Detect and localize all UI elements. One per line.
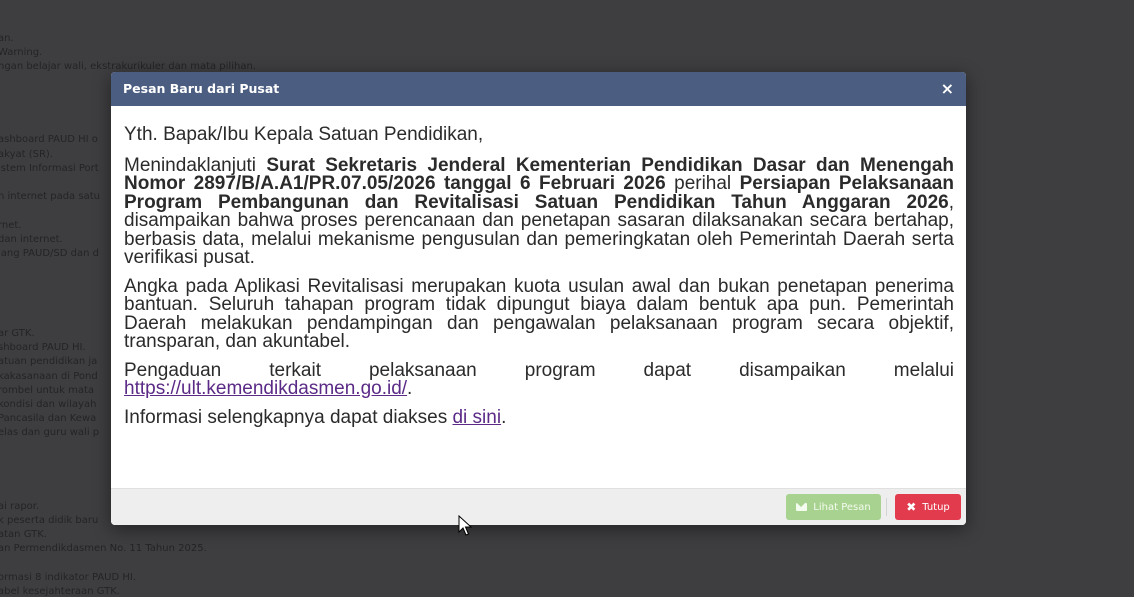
mouse-cursor-icon (458, 515, 472, 536)
view-message-button[interactable]: Lihat Pesan (786, 494, 881, 520)
paragraph-2: Angka pada Aplikasi Revitalisasi merupak… (124, 275, 954, 352)
bg-text-line: Warning. (0, 47, 43, 58)
bg-text-line: istem Informasi Port (0, 163, 99, 174)
bg-text-line: ashboard PAUD HI o (0, 134, 98, 145)
close-button[interactable]: ✖ Tutup (895, 494, 961, 520)
close-label: Tutup (922, 501, 950, 513)
modal-header: Pesan Baru dari Pusat × (111, 72, 966, 106)
paragraph-4: Informasi selengkapnya dapat diakses di … (124, 406, 954, 428)
view-message-label: Lihat Pesan (813, 501, 871, 513)
bg-text-line: ngan belajar wali, ekstrakurikuler dan m… (0, 61, 256, 72)
bg-text-line: k peserta didik baru (0, 515, 99, 526)
bg-text-line: kakasanaan di Pond (0, 371, 98, 382)
bg-text-line: shboard PAUD HI. (0, 342, 86, 353)
close-icon: ✖ (906, 500, 917, 514)
button-divider (886, 498, 887, 516)
bg-text-line: Pancasila dan Kewa (0, 413, 97, 424)
bg-text-line: abel kesejahteraan GTK. (0, 586, 120, 597)
complaint-link[interactable]: https://ult.kemendikdasmen.go.id/ (124, 378, 407, 399)
modal-footer: Lihat Pesan ✖ Tutup (111, 488, 966, 525)
bg-text-line: an Permendikdasmen No. 11 Tahun 2025. (0, 543, 207, 554)
paragraph-3: Pengaduan terkait pelaksanaan program da… (124, 361, 954, 399)
close-icon[interactable]: × (941, 79, 954, 98)
bg-text-line: ormasi 8 indikator PAUD HI. (0, 572, 137, 583)
greeting-text: Yth. Bapak/Ibu Kepala Satuan Pendidikan, (124, 124, 484, 145)
bg-text-line: rombel untuk mata (0, 385, 95, 396)
bg-text-line: elas dan guru wali p (0, 427, 100, 438)
bg-text-line: jang PAUD/SD dan d (0, 248, 99, 259)
bg-text-line: ai rapor. (0, 501, 40, 512)
more-info-link[interactable]: di sini (452, 407, 501, 428)
bg-text-line: n internet pada satu (0, 191, 100, 202)
bg-text-line: kondisi dan wilayah (0, 399, 97, 410)
p3-text-b: . (407, 378, 413, 399)
bg-text-line: atan GTK. (0, 529, 47, 540)
bg-text-line: akyat (SR). (0, 149, 53, 160)
envelope-icon (796, 503, 808, 511)
modal-body: Yth. Bapak/Ibu Kepala Satuan Pendidikan,… (124, 124, 954, 437)
bg-text-line: an. (0, 33, 14, 44)
bg-text-line: dan internet. (0, 234, 63, 245)
message-modal: Pesan Baru dari Pusat × Yth. Bapak/Ibu K… (111, 72, 966, 525)
bg-text-line: atuan pendidikan ja (0, 356, 98, 367)
modal-title: Pesan Baru dari Pusat (123, 81, 280, 96)
p4-text-a: Informasi selengkapnya dapat diakses (124, 406, 453, 428)
paragraph-1: Menindaklanjuti Surat Sekretaris Jendera… (124, 156, 954, 268)
bg-text-line: ar GTK. (0, 328, 35, 339)
p4-text-b: . (501, 406, 507, 428)
bg-text-line: rnet. (0, 220, 22, 231)
